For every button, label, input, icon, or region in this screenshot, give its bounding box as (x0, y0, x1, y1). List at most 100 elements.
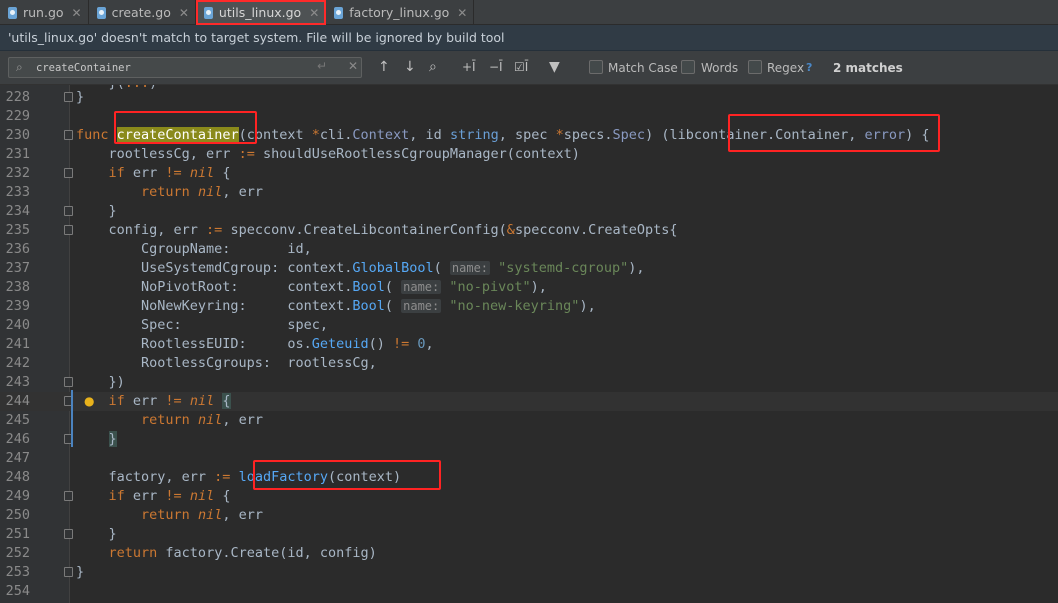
code-text: } (76, 564, 85, 580)
search-input[interactable] (36, 60, 316, 75)
build-tool-warning-banner: 'utils_linux.go' doesn't match to target… (0, 25, 1058, 51)
words-label[interactable]: Words (701, 61, 738, 75)
code-line: 228 } (0, 88, 1058, 107)
code-text: } (108, 431, 117, 447)
line-number: 230 (5, 127, 30, 143)
clear-icon[interactable]: ✕ (348, 59, 358, 73)
line-number: 234 (5, 203, 30, 219)
tab-label: run.go (23, 5, 64, 20)
regex-checkbox[interactable] (748, 60, 762, 74)
line-number: 247 (5, 450, 30, 466)
regex-help-link[interactable]: ? (806, 61, 812, 74)
code-line: 237 UseSystemdCgroup: context.GlobalBool… (0, 259, 1058, 278)
go-file-icon (8, 6, 17, 19)
fold-marker-icon[interactable] (64, 168, 73, 178)
code-text: return factory.Create(id, config) (108, 545, 377, 561)
fold-marker-icon[interactable] (64, 130, 73, 140)
code-line: 231 rootlessCg, err := shouldUseRootless… (0, 145, 1058, 164)
words-checkbox[interactable] (681, 60, 695, 74)
code-line: 235 config, err := specconv.CreateLibcon… (0, 221, 1058, 240)
code-text: if err != nil { (108, 165, 231, 181)
tab-create-go[interactable]: create.go ✕ (89, 0, 196, 25)
line-number: 251 (5, 526, 30, 542)
newline-icon[interactable]: ↵ (317, 59, 327, 73)
fold-marker-icon[interactable] (64, 567, 73, 577)
string-literal: "no-pivot" (449, 279, 531, 295)
line-number: 235 (5, 222, 30, 238)
parameter-hint: name: (401, 280, 442, 294)
parameter-hint: name: (401, 299, 442, 313)
line-number: 243 (5, 374, 30, 390)
string-literal: "systemd-cgroup" (498, 260, 629, 276)
code-text: CgroupName: id, (76, 241, 312, 257)
code-text: NoNewKeyring: context.Bool( name: "no-ne… (76, 298, 596, 314)
tab-factory-linux-go[interactable]: factory_linux.go ✕ (326, 0, 475, 25)
line-number: 237 (5, 260, 30, 276)
line-number: 244 (5, 393, 30, 409)
code-text: return nil, err (141, 412, 263, 428)
tab-bar: run.go ✕ create.go ✕ utils_linux.go ✕ facto… (0, 0, 1058, 25)
line-number: 232 (5, 165, 30, 181)
code-line: 249 if err != nil { (0, 487, 1058, 506)
close-icon[interactable]: ✕ (179, 6, 189, 20)
search-icon[interactable]: ⌕ (16, 60, 23, 75)
line-number: 253 (5, 564, 30, 580)
remove-selection-icon[interactable]: −Ī (489, 58, 503, 76)
line-number: 254 (5, 583, 30, 599)
fold-marker-icon[interactable] (64, 491, 73, 501)
code-line-current: 244 ● if err != nil { (0, 392, 1058, 411)
close-icon[interactable]: ✕ (309, 6, 319, 20)
close-icon[interactable]: ✕ (72, 6, 82, 20)
fold-marker-icon[interactable] (64, 92, 73, 102)
code-text: RootlessCgroups: rootlessCg, (76, 355, 377, 371)
fold-marker-icon[interactable] (64, 206, 73, 216)
go-file-icon (203, 6, 213, 19)
code-line: 240 Spec: spec, (0, 316, 1058, 335)
code-line: 233 return nil, err (0, 183, 1058, 202)
code-text: factory, err := loadFactory(context) (76, 469, 402, 485)
line-number: 241 (5, 336, 30, 352)
previous-occurrence-icon[interactable]: ↑ (378, 58, 390, 76)
tab-run-go[interactable]: run.go ✕ (0, 0, 89, 25)
select-all-occurrences-icon[interactable]: ☑Ī (514, 58, 528, 76)
code-line: 246 } (0, 430, 1058, 449)
line-number: 231 (5, 146, 30, 162)
line-number: 246 (5, 431, 30, 447)
line-number: 245 (5, 412, 30, 428)
brace-scope-indicator (71, 390, 73, 447)
fold-marker-icon[interactable] (64, 529, 73, 539)
close-icon[interactable]: ✕ (457, 6, 467, 20)
add-selection-icon[interactable]: +Ī (462, 58, 476, 76)
match-case-label[interactable]: Match Case (608, 61, 678, 75)
match-count: 2 matches (833, 61, 903, 75)
find-all-icon[interactable]: ⌕ (429, 58, 437, 76)
code-line: 250 return nil, err (0, 506, 1058, 525)
search-field[interactable]: ⌕ ↵ ✕ (8, 57, 362, 78)
regex-label[interactable]: Regex (767, 61, 804, 75)
code-line: 243 }) (0, 373, 1058, 392)
line-number: 249 (5, 488, 30, 504)
line-number: 250 (5, 507, 30, 523)
code-text: UseSystemdCgroup: context.GlobalBool( na… (76, 260, 645, 276)
fold-marker-icon[interactable] (64, 377, 73, 387)
tab-label: utils_linux.go (218, 5, 302, 20)
go-file-icon (96, 6, 106, 19)
tab-label: create.go (111, 5, 171, 20)
line-number: 236 (5, 241, 30, 257)
line-number: 252 (5, 545, 30, 561)
code-text: func createContainer(context *cli.Contex… (76, 127, 930, 143)
code-line: 236 CgroupName: id, (0, 240, 1058, 259)
match-case-checkbox[interactable] (589, 60, 603, 74)
code-text: rootlessCg, err := shouldUseRootlessCgro… (76, 146, 580, 162)
code-line: 232 if err != nil { (0, 164, 1058, 183)
fold-marker-icon[interactable] (64, 225, 73, 235)
next-occurrence-icon[interactable]: ↓ (404, 58, 416, 76)
code-line: 238 NoPivotRoot: context.Bool( name: "no… (0, 278, 1058, 297)
code-line: 253 } (0, 563, 1058, 582)
code-editor[interactable]: }(...) 228 } 229 230 func createContaine… (0, 85, 1058, 603)
line-number: 229 (5, 108, 30, 124)
code-line: 234 } (0, 202, 1058, 221)
filter-icon[interactable]: ▼ (549, 58, 560, 76)
tab-label: factory_linux.go (349, 5, 450, 20)
tab-utils-linux-go[interactable]: utils_linux.go ✕ (195, 0, 327, 25)
